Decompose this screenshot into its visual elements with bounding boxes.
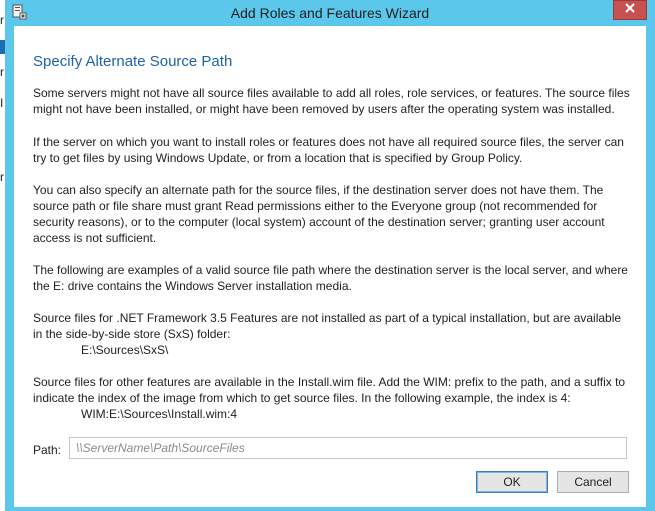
paragraph-intro: Some servers might not have all source f…	[33, 86, 630, 116]
path-input[interactable]	[69, 437, 627, 459]
background-text: I	[0, 96, 4, 110]
wizard-dialog: Add Roles and Features Wizard Specify Al…	[5, 0, 655, 511]
close-icon	[624, 1, 636, 19]
title-bar[interactable]: Add Roles and Features Wizard	[5, 0, 655, 26]
background-text: r	[0, 13, 4, 27]
close-button[interactable]	[613, 0, 647, 20]
example-wim-path: WIM:E:\Sources\Install.wim:4	[81, 407, 238, 421]
background-text: r	[0, 65, 4, 79]
example-sxs-path: E:\Sources\SxS\	[81, 343, 169, 357]
paragraph-sources: If the server on which you want to insta…	[33, 135, 624, 165]
background-text: r	[0, 170, 4, 184]
paragraph-examples-intro: The following are examples of a valid so…	[33, 263, 628, 293]
ok-button[interactable]: OK	[476, 471, 548, 493]
paragraph-alternate-path: You can also specify an alternate path f…	[33, 183, 605, 245]
cancel-button[interactable]: Cancel	[557, 471, 629, 493]
path-label: Path:	[33, 443, 62, 457]
paragraph-wim: Source files for other features are avai…	[33, 375, 626, 405]
paragraph-sxs: Source files for .NET Framework 3.5 Feat…	[33, 311, 622, 341]
page-title: Specify Alternate Source Path	[33, 53, 233, 70]
window-title: Add Roles and Features Wizard	[230, 5, 430, 21]
dialog-content: Specify Alternate Source Path Some serve…	[14, 26, 646, 507]
